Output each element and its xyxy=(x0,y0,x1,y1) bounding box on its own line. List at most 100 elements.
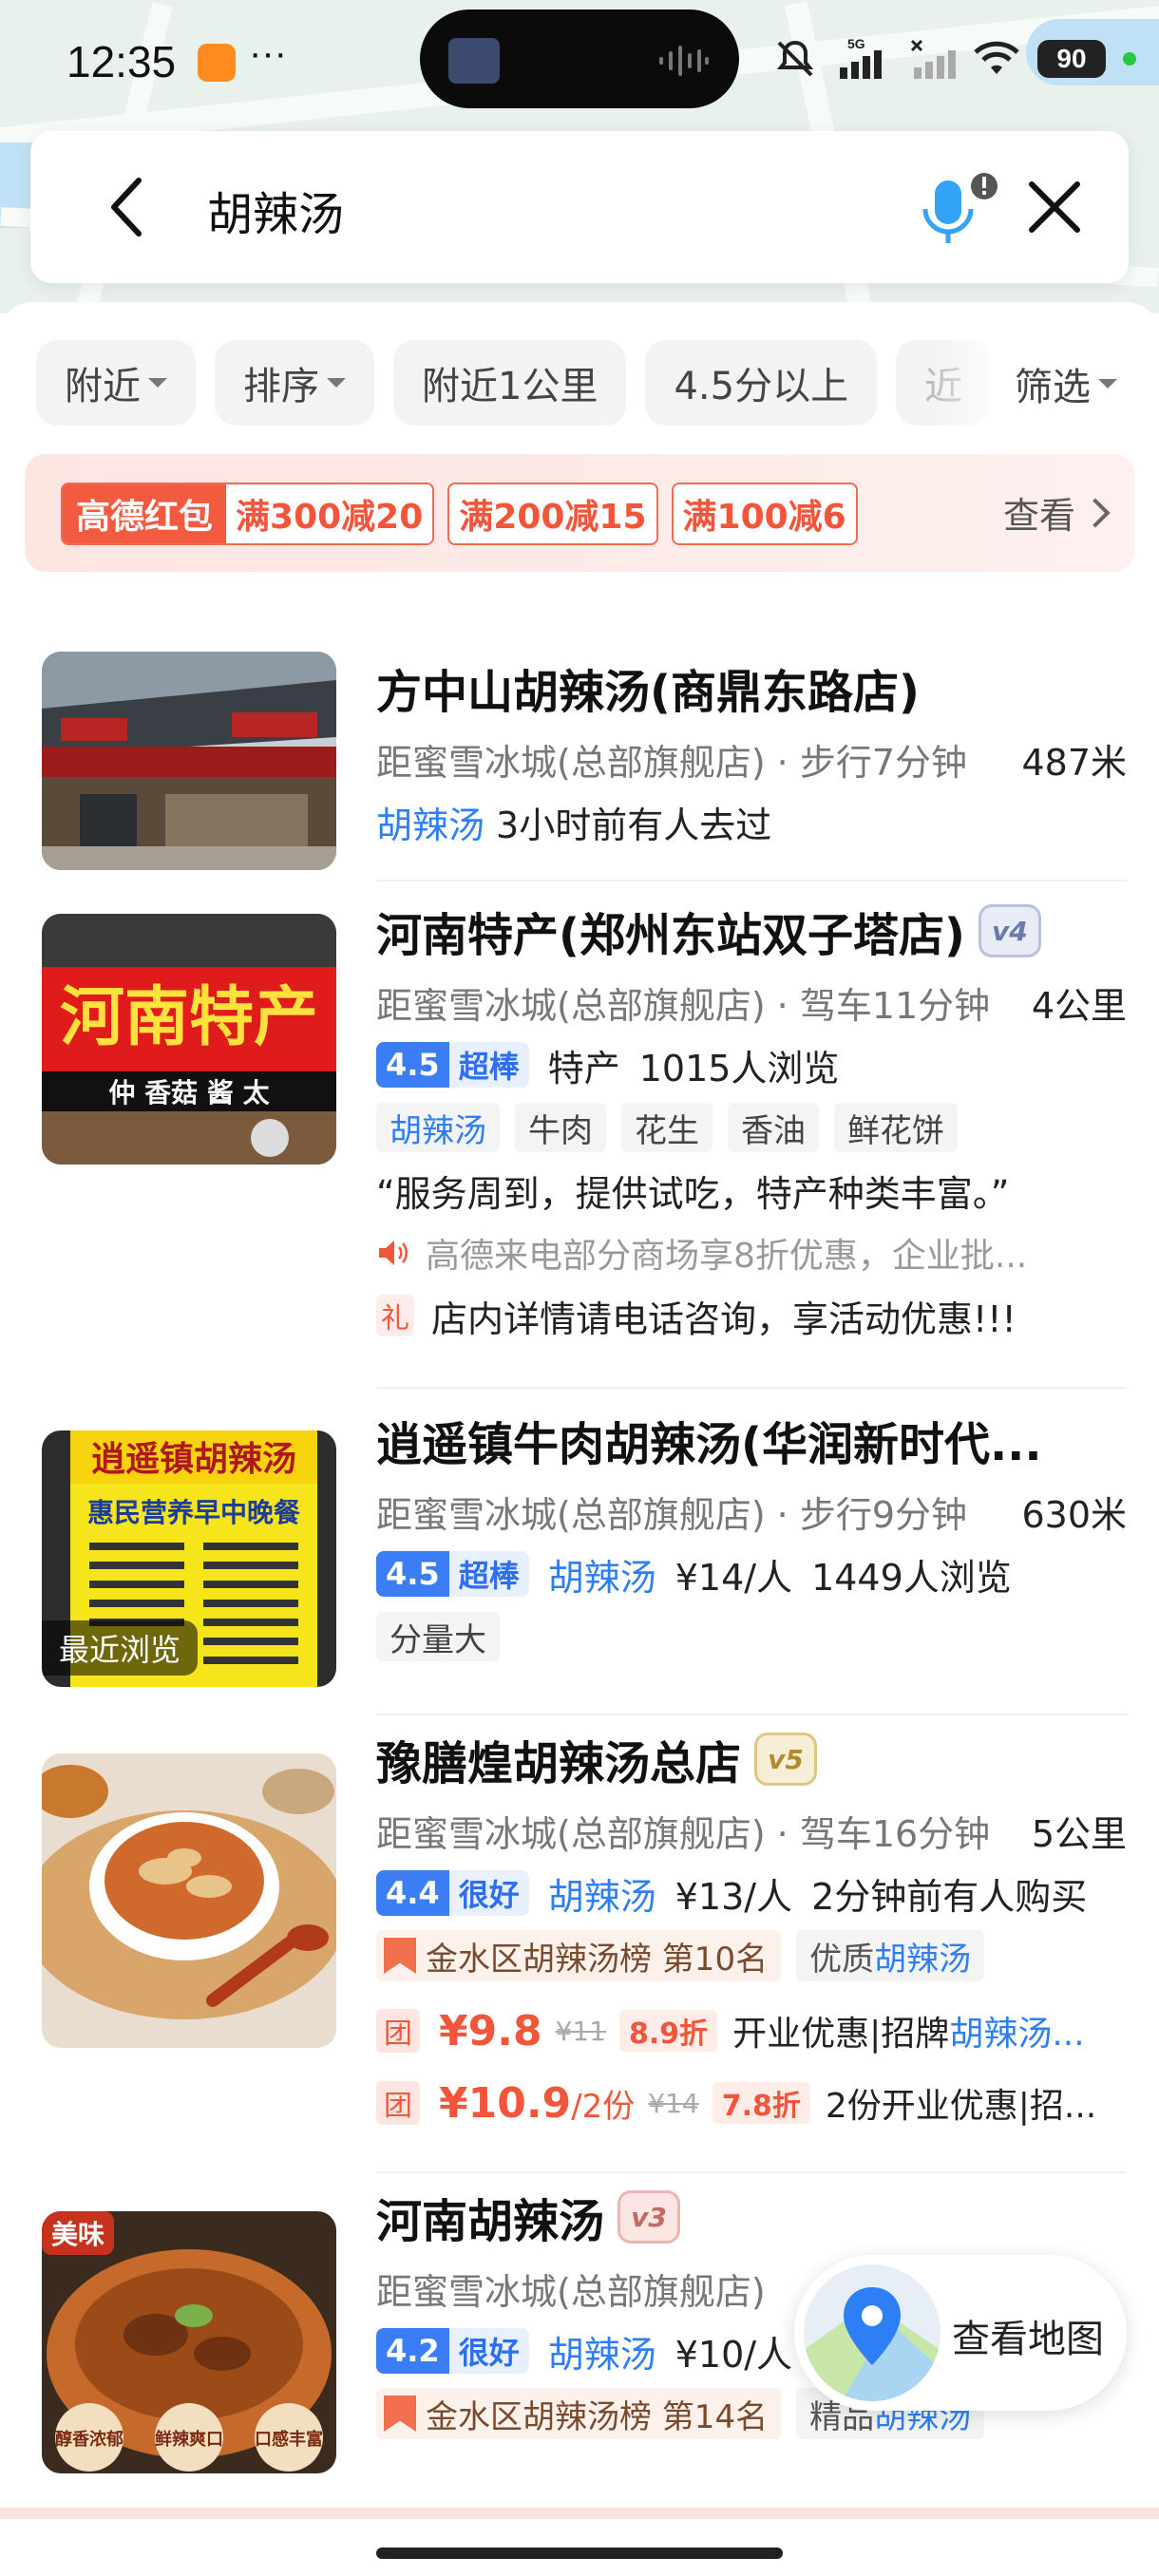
tag-chip[interactable]: 香油 xyxy=(728,1103,819,1152)
result-item[interactable]: 河南特产 仲 香菇 酱 太 河南特产(郑州东站双子塔店) v4 距蜜雪冰城(总部… xyxy=(0,883,1159,1391)
travel-time: · 步行9分钟 xyxy=(776,1493,967,1536)
rating-badge: 4.2 很好 xyxy=(376,2328,529,2374)
gift-line: 礼 店内详情请电话咨询，享活动优惠!!! xyxy=(376,1284,1127,1347)
result-note: 3小时前有人去过 xyxy=(496,804,772,846)
tag-chip[interactable]: 牛肉 xyxy=(515,1103,606,1152)
result-title-text: 河南胡辣汤 xyxy=(376,2195,605,2248)
promo-see-button[interactable]: 查看 xyxy=(1003,486,1111,539)
tag-chip[interactable]: 鲜花饼 xyxy=(834,1103,958,1152)
view-map-button[interactable]: 查看地图 xyxy=(794,2255,1127,2411)
result-photo[interactable]: 逍遥镇胡辣汤 惠民营养早中晚餐 最近浏览 xyxy=(42,1430,336,1687)
filter-more-button[interactable]: 筛选 xyxy=(931,340,1159,427)
promo-brand-coupon: 高德红包 满300减20 xyxy=(61,483,435,545)
sign-subtext: 惠民营养早中晚餐 xyxy=(87,1497,301,1528)
ranking-badge[interactable]: 金水区胡辣汤榜 第14名 xyxy=(376,2388,782,2439)
back-arrow-icon[interactable] xyxy=(97,171,163,243)
voice-input-icon[interactable] xyxy=(914,167,1009,253)
result-photo[interactable]: 河南特产 仲 香菇 酱 太 xyxy=(42,914,336,1165)
result-photo[interactable] xyxy=(42,652,336,870)
quality-prefix: 优质 xyxy=(809,1940,875,1979)
result-category[interactable]: 胡辣汤 xyxy=(376,796,484,848)
result-distance-line: 距蜜雪冰城(总部旗舰店) · 驾车16分钟 5公里 xyxy=(376,1799,1127,1862)
divider xyxy=(376,1714,1127,1715)
filter-rating-4-5[interactable]: 4.5分以上 xyxy=(645,340,878,426)
distance-value: 630米 xyxy=(1021,1493,1127,1536)
price-per-person: ¥14/人 xyxy=(674,1556,793,1599)
network-label: 5G xyxy=(847,37,865,51)
result-item[interactable]: 方中山胡辣汤(商鼎东路店) 距蜜雪冰城(总部旗舰店) · 步行7分钟 487米 … xyxy=(0,648,1159,881)
filter-within-1km[interactable]: 附近1公里 xyxy=(393,340,627,426)
group-deal[interactable]: 团 ¥9.8 ¥11 8.9折 开业优惠|招牌胡辣汤... xyxy=(376,1995,1127,2067)
home-indicator[interactable] xyxy=(376,2548,783,2559)
ranking-flag-icon xyxy=(384,1938,416,1974)
result-item[interactable]: 逍遥镇胡辣汤 惠民营养早中晚餐 最近浏览 逍遥镇牛肉胡辣汤(华润新时代... 距… xyxy=(0,1392,1159,1717)
rating-badge: 4.5 超棒 xyxy=(376,1551,529,1597)
tag-chip[interactable]: 花生 xyxy=(621,1103,712,1152)
bottom-strip xyxy=(0,2508,1159,2519)
ranking-badge[interactable]: 金水区胡辣汤榜 第10名 xyxy=(376,1930,782,1981)
filter-nearby-label: 附近 xyxy=(65,365,141,408)
deal-price-value: ¥9.8 xyxy=(439,2006,542,2055)
results-panel: 附近 排序 附近1公里 4.5分以上 近 筛选 高德红包 满300减20 满20… xyxy=(0,302,1159,2576)
sign-text: 河南特产 xyxy=(60,980,318,1055)
result-title[interactable]: 河南特产(郑州东站双子塔店) v4 xyxy=(376,891,1127,971)
filter-sort-label: 排序 xyxy=(243,365,319,408)
rating-label: 超棒 xyxy=(448,1042,529,1088)
map-icon xyxy=(804,2264,940,2401)
discount-badge: 8.9折 xyxy=(619,2010,718,2052)
result-title[interactable]: 河南胡辣汤 v3 xyxy=(376,2177,1127,2257)
result-title-text: 豫膳煌胡辣汤总店 xyxy=(376,1737,742,1790)
distance-origin: 距蜜雪冰城(总部旗舰店) xyxy=(376,741,766,784)
result-title-text: 方中山胡辣汤(商鼎东路店) xyxy=(376,666,920,719)
result-photo[interactable] xyxy=(42,1753,336,2048)
audio-wave-icon xyxy=(659,46,709,76)
search-input[interactable]: 胡辣汤 xyxy=(207,177,344,243)
rating-score: 4.2 xyxy=(376,2328,449,2374)
filter-sort[interactable]: 排序 xyxy=(215,340,374,426)
original-price: ¥11 xyxy=(555,2015,607,2047)
view-map-label: 查看地图 xyxy=(952,2318,1104,2361)
photo-tag: 口感丰富 xyxy=(255,2429,323,2450)
search-bar[interactable]: 胡辣汤 xyxy=(30,131,1129,283)
result-photo[interactable]: 美味 醇香浓郁 鲜辣爽口 口感丰富 xyxy=(42,2211,336,2473)
promo-tags: 高德红包 满300减20 满200减15 满100减6 xyxy=(61,483,858,545)
result-title[interactable]: 豫膳煌胡辣汤总店 v5 xyxy=(376,1719,1127,1799)
travel-time: · 驾车16分钟 xyxy=(776,1812,991,1855)
result-title[interactable]: 逍遥镇牛肉胡辣汤(华润新时代... xyxy=(376,1400,1127,1480)
app-notification-icon xyxy=(198,44,236,82)
filter-nearby[interactable]: 附近 xyxy=(36,340,196,426)
result-category[interactable]: 胡辣汤 xyxy=(548,2325,656,2377)
price-per-person: ¥13/人 xyxy=(674,1875,793,1918)
red-packet-promo[interactable]: 高德红包 满300减20 满200减15 满100减6 查看 xyxy=(25,454,1134,572)
quality-tag[interactable]: 优质 胡辣汤 xyxy=(796,1930,985,1981)
close-icon[interactable] xyxy=(1018,171,1091,243)
result-item[interactable]: 豫膳煌胡辣汤总店 v5 距蜜雪冰城(总部旗舰店) · 驾车16分钟 5公里 4.… xyxy=(0,1719,1159,2175)
view-count: 1449人浏览 xyxy=(811,1556,1012,1599)
deal-unit: /2份 xyxy=(571,2087,636,2126)
tag-chip[interactable]: 分量大 xyxy=(376,1612,500,1661)
ad-line[interactable]: 高德来电部分商场享8折优惠，企业批... xyxy=(376,1222,1127,1284)
signal-5g-icon: 5G xyxy=(840,37,882,79)
result-rating-line: 4.4 很好 胡辣汤 ¥13/人 2分钟前有人购买 xyxy=(376,1862,1127,1924)
original-price: ¥14 xyxy=(648,2087,699,2119)
group-deal[interactable]: 团 ¥10.9/2份 ¥14 7.8折 2份开业优惠|招... xyxy=(376,2067,1127,2139)
rating-label: 很好 xyxy=(448,1870,529,1916)
divider xyxy=(376,1387,1127,1389)
distance-origin: 距蜜雪冰城(总部旗舰店) xyxy=(376,984,766,1027)
level-badge-v5-icon: v5 xyxy=(754,1733,818,1786)
result-category[interactable]: 胡辣汤 xyxy=(548,1548,656,1601)
quality-item: 胡辣汤 xyxy=(874,1940,972,1979)
photo-tag: 鲜辣爽口 xyxy=(155,2429,223,2450)
result-distance-line: 距蜜雪冰城(总部旗舰店) · 步行9分钟 630米 xyxy=(376,1480,1127,1543)
filter-rating-label: 4.5分以上 xyxy=(674,365,849,408)
dynamic-island[interactable] xyxy=(420,9,739,108)
filter-more-label: 筛选 xyxy=(1015,366,1091,409)
deal-text: 开业优惠|招牌 xyxy=(732,2015,950,2054)
result-category[interactable]: 胡辣汤 xyxy=(548,1867,656,1920)
result-title[interactable]: 方中山胡辣汤(商鼎东路店) xyxy=(376,648,1127,728)
status-time: 12:35 xyxy=(66,37,177,86)
rating-badge: 4.5 超棒 xyxy=(376,1042,529,1088)
promo-brand: 高德红包 xyxy=(63,484,227,543)
tag-chip[interactable]: 胡辣汤 xyxy=(376,1103,500,1152)
photo-tag: 醇香浓郁 xyxy=(55,2429,124,2450)
